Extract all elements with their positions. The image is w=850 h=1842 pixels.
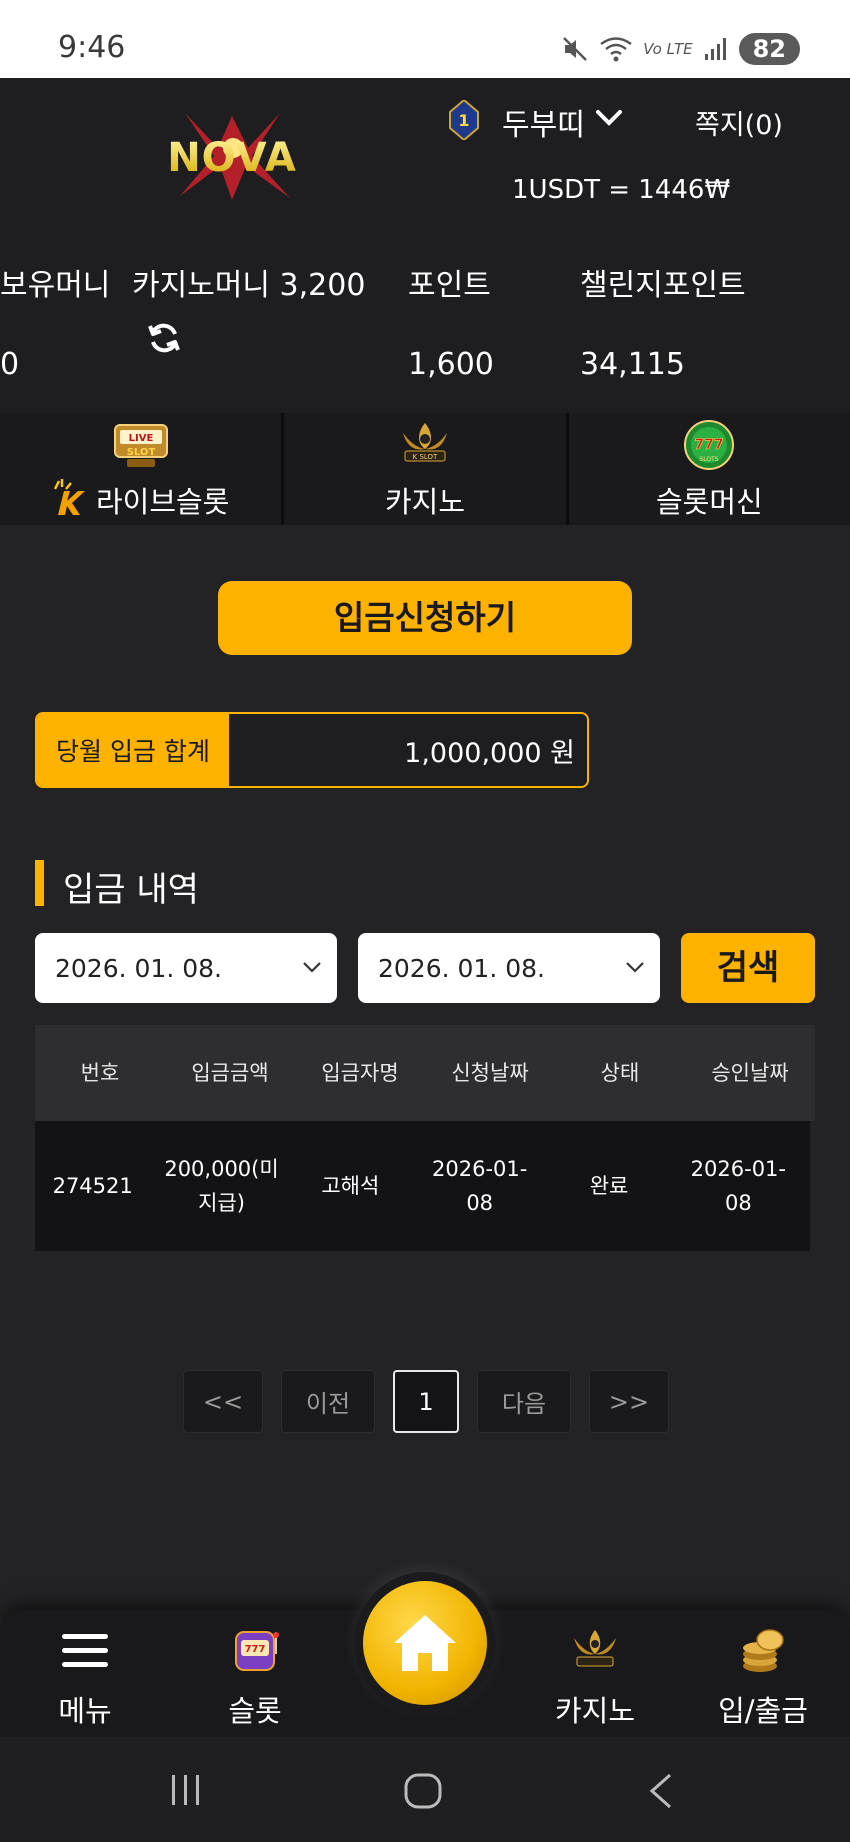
chevron-down-icon[interactable] — [594, 104, 624, 132]
page-prev-button[interactable]: 이전 — [281, 1370, 375, 1433]
wifi-icon — [600, 37, 633, 62]
home-icon — [394, 1615, 456, 1671]
monthly-total-label: 당월 입금 합계 — [37, 714, 229, 786]
header-approval-date: 승인날짜 — [711, 1061, 789, 1085]
rank-badge-icon: 1 — [449, 100, 479, 140]
cell-status: 완료 — [589, 1174, 629, 1198]
cell-number: 274521 — [52, 1174, 133, 1198]
table-header: 번호 입금금액 입금자명 신청날짜 상태 승인날짜 — [35, 1025, 815, 1121]
svg-text:LIVE: LIVE — [128, 433, 153, 444]
refresh-icon[interactable] — [146, 320, 182, 356]
page-last-button[interactable]: >> — [589, 1370, 669, 1433]
search-button[interactable]: 검색 — [681, 933, 815, 1003]
tab-casino[interactable]: K SLOT 카지노 — [284, 413, 569, 525]
777-slots-icon: 777 SLOTS — [684, 420, 735, 470]
cell-approval-date: 2026-01-08 — [690, 1157, 786, 1215]
nav-deposit-withdraw[interactable]: 입/출금 — [703, 1610, 823, 1737]
tab-casino-label: 카지노 — [384, 485, 466, 519]
battery-indicator: 82 — [738, 33, 800, 65]
svg-text:K SLOT: K SLOT — [413, 453, 438, 461]
date-from-value: 2026. 01. 08. — [55, 953, 222, 983]
tab-slot-machine-label: 슬롯머신 — [655, 485, 763, 519]
home-nav-icon[interactable] — [403, 1773, 443, 1809]
nav-casino[interactable]: 카지노 — [535, 1610, 655, 1737]
money-value: 0 — [0, 347, 20, 382]
pagination: << 이전 1 다음 >> — [183, 1370, 669, 1433]
challenge-point-value: 34,115 — [580, 347, 685, 382]
date-to-select[interactable]: 2026. 01. 08. — [358, 933, 660, 1003]
header-depositor: 입금자명 — [321, 1061, 399, 1085]
deposit-request-button[interactable]: 입금신청하기 — [218, 581, 632, 655]
header-number: 번호 — [80, 1061, 120, 1085]
money-label: 보유머니 — [0, 268, 111, 303]
home-button-frame — [354, 1572, 496, 1714]
page-next-button[interactable]: 다음 — [477, 1370, 571, 1433]
section-title: 입금 내역 — [63, 870, 199, 910]
header-status: 상태 — [600, 1061, 640, 1085]
live-slot-icon: LIVE SLOT — [113, 424, 168, 467]
monthly-total-value: 1,000,000 원 — [229, 714, 587, 786]
volte-icon: Vo LTE — [643, 40, 693, 58]
tab-slot-machine[interactable]: 777 SLOTS 슬롯머신 — [568, 413, 850, 525]
nova-logo[interactable]: NOVA — [140, 108, 325, 203]
status-bar: 9:46 Vo LTE 82 — [0, 0, 850, 78]
category-tabs: LIVE SLOT 라이브슬롯 K SLOT 카지노 777 SLOTS 슬롯머… — [0, 413, 850, 525]
header-amount: 입금금액 — [191, 1061, 269, 1085]
svg-text:777: 777 — [245, 1644, 266, 1655]
cell-amount: 200,000(미지급) — [164, 1157, 279, 1215]
logo-text: NOVA — [167, 135, 297, 181]
nav-deposit-withdraw-label: 입/출금 — [718, 1694, 808, 1728]
mute-icon — [563, 37, 588, 61]
rank-number: 1 — [458, 111, 469, 130]
cell-request-date: 2026-01-08 — [432, 1157, 528, 1215]
menu-icon — [62, 1634, 108, 1667]
nav-menu[interactable]: 메뉴 — [25, 1610, 145, 1737]
svg-text:777: 777 — [695, 437, 724, 453]
nav-casino-label: 카지노 — [554, 1694, 636, 1728]
point-label: 포인트 — [408, 268, 491, 303]
tab-live-slot-label: 라이브슬롯 — [95, 485, 230, 519]
signal-icon — [704, 38, 726, 60]
page-current-button[interactable]: 1 — [393, 1370, 459, 1433]
svg-text:SLOTS: SLOTS — [700, 456, 719, 463]
k-slot-icon: K SLOT — [402, 423, 447, 462]
casino-icon — [574, 1630, 616, 1667]
date-to-value: 2026. 01. 08. — [378, 953, 545, 983]
casino-money-label: 카지노머니 3,200 — [132, 268, 366, 303]
home-button[interactable] — [363, 1581, 487, 1705]
nav-menu-label: 메뉴 — [58, 1694, 112, 1728]
page-first-button[interactable]: << — [183, 1370, 263, 1433]
messages-link[interactable]: 쪽지(0) — [695, 103, 783, 142]
challenge-point-label: 챌린지포인트 — [580, 268, 746, 303]
chevron-down-icon — [626, 962, 644, 973]
svg-text:SLOT: SLOT — [126, 447, 155, 458]
header-request-date: 신청날짜 — [451, 1061, 529, 1085]
back-nav-icon[interactable] — [648, 1773, 674, 1809]
deposit-history-table: 번호 입금금액 입금자명 신청날짜 상태 승인날짜 274521 200,000… — [35, 1025, 815, 1251]
username[interactable]: 두부띠 — [502, 100, 585, 144]
cell-depositor: 고해석 — [321, 1174, 380, 1198]
slot-machine-icon: 777 — [235, 1631, 279, 1671]
coins-icon — [743, 1629, 784, 1672]
status-icons: Vo LTE 82 — [561, 30, 800, 68]
exchange-rate: 1USDT = 1446₩ — [512, 175, 731, 205]
tab-live-slot[interactable]: LIVE SLOT 라이브슬롯 — [0, 413, 285, 525]
monthly-deposit-total: 당월 입금 합계 1,000,000 원 — [35, 712, 589, 788]
system-navigation-bar — [0, 1737, 850, 1842]
nav-slot-label: 슬롯 — [228, 1694, 282, 1728]
section-accent-bar — [35, 860, 44, 906]
recent-apps-icon[interactable] — [168, 1773, 204, 1807]
date-from-select[interactable]: 2026. 01. 08. — [35, 933, 337, 1003]
point-value: 1,600 — [408, 347, 494, 382]
status-time: 9:46 — [58, 30, 126, 65]
table-row[interactable]: 274521 200,000(미지급) 고해석 2026-01-08 완료 20… — [35, 1121, 810, 1251]
chevron-down-icon — [303, 962, 321, 973]
nav-slot[interactable]: 777 슬롯 — [195, 1610, 315, 1737]
